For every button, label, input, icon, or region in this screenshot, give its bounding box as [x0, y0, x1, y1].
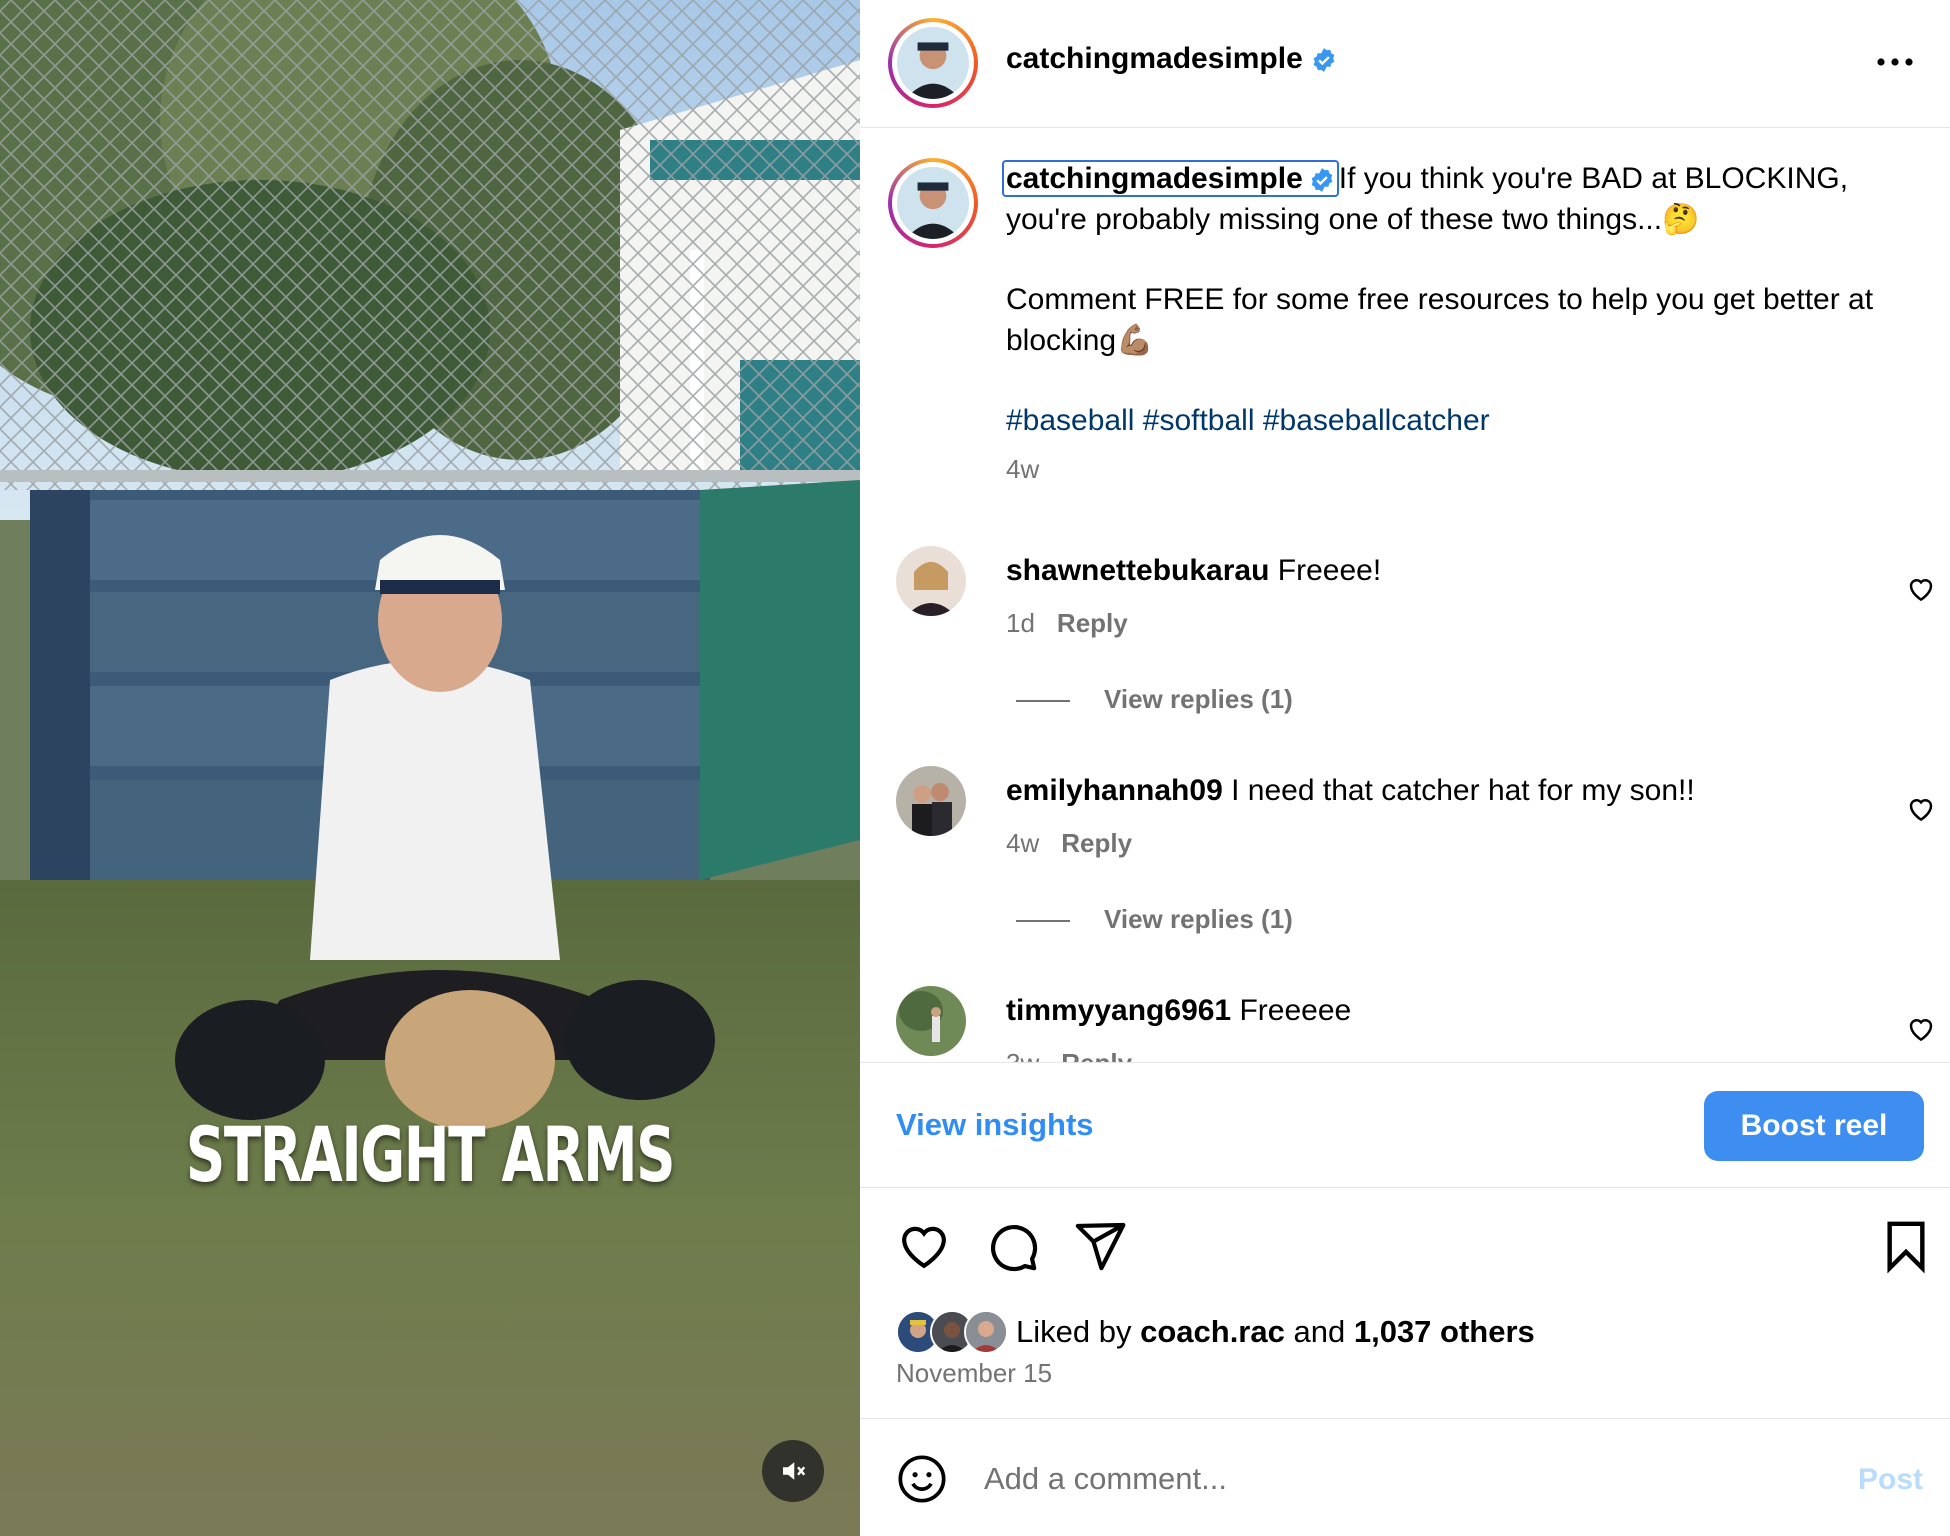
- video-caption-overlay: STRAIGHT ARMS: [185, 1110, 676, 1199]
- liked-by-username[interactable]: coach.rac: [1140, 1314, 1285, 1349]
- boost-reel-button[interactable]: Boost reel: [1704, 1091, 1924, 1161]
- comment-meta: 4w Reply: [1006, 828, 1132, 859]
- heart-outline-icon[interactable]: [1906, 794, 1936, 824]
- commenter-avatar[interactable]: [896, 986, 966, 1056]
- caption-username-link[interactable]: catchingmadesimple: [1002, 160, 1339, 197]
- comment-time[interactable]: 1d: [1006, 608, 1035, 638]
- likes-text: Liked by coach.rac and 1,037 others: [1016, 1314, 1535, 1350]
- heart-outline-icon[interactable]: [1906, 574, 1936, 604]
- liker-avatar: [964, 1310, 1008, 1354]
- verified-badge-icon: [1313, 48, 1335, 72]
- comments-scroll-area[interactable]: catchingmadesimple If you think you're BA…: [860, 128, 1950, 1062]
- comment-meta: 1d Reply: [1006, 608, 1128, 639]
- post-caption: catchingmadesimple If you think you're BA…: [1002, 158, 1916, 490]
- emoji-icon[interactable]: [896, 1453, 948, 1505]
- commenter-avatar-image: [896, 546, 966, 616]
- comment-input[interactable]: [984, 1451, 1784, 1507]
- comment-text: timmyyang6961 Freeeee: [1006, 994, 1351, 1028]
- insights-bar: View insights Boost reel: [860, 1062, 1950, 1188]
- heart-outline-icon[interactable]: [1906, 1014, 1936, 1044]
- caption-username-text[interactable]: catchingmadesimple: [1006, 162, 1303, 195]
- comment-bubble-icon[interactable]: [984, 1218, 1040, 1274]
- comment-username[interactable]: emilyhannah09: [1006, 774, 1223, 807]
- replies-divider-line: [1016, 700, 1070, 703]
- header-username[interactable]: catchingmadesimple: [1006, 42, 1337, 76]
- mute-toggle-button[interactable]: [762, 1440, 824, 1502]
- commenter-avatar-image: [896, 986, 966, 1056]
- comment-body: Freeeee: [1239, 994, 1352, 1027]
- comment-time[interactable]: 3w: [1006, 1048, 1039, 1062]
- comment-body: I need that catcher hat for my son!!: [1231, 774, 1695, 807]
- replies-divider-line: [1016, 920, 1070, 923]
- caption-author-avatar-image: [897, 167, 969, 239]
- reply-button[interactable]: Reply: [1061, 828, 1132, 858]
- comment-text: emilyhannah09 I need that catcher hat fo…: [1006, 774, 1695, 808]
- post-date[interactable]: November 15: [896, 1358, 1052, 1389]
- view-replies-label[interactable]: View replies (1): [1104, 684, 1293, 714]
- comment-time[interactable]: 4w: [1006, 828, 1039, 858]
- caption-timestamp[interactable]: 4w: [1006, 449, 1916, 490]
- commenter-avatar[interactable]: [896, 766, 966, 836]
- add-comment-bar: Post: [860, 1418, 1950, 1536]
- comment-body: Freeee!: [1277, 554, 1382, 587]
- likes-others-count[interactable]: 1,037 others: [1354, 1314, 1535, 1349]
- likes-and: and: [1293, 1314, 1346, 1349]
- like-heart-icon[interactable]: [896, 1218, 952, 1274]
- reply-button[interactable]: Reply: [1061, 1048, 1132, 1062]
- likes-prefix: Liked by: [1016, 1314, 1132, 1349]
- comment-text: shawnettebukarau Freeee!: [1006, 554, 1381, 588]
- bookmark-icon[interactable]: [1878, 1218, 1934, 1274]
- post-details-panel: catchingmadesimple catchingmadesimple If …: [860, 0, 1950, 1536]
- more-options-icon[interactable]: [1870, 42, 1920, 82]
- view-replies-button[interactable]: View replies (1): [1016, 684, 1293, 715]
- commenter-avatar[interactable]: [896, 546, 966, 616]
- author-avatar-image: [897, 27, 969, 99]
- reel-video[interactable]: STRAIGHT ARMS: [0, 0, 860, 1536]
- comment-username[interactable]: shawnettebukarau: [1006, 554, 1269, 587]
- comment-username[interactable]: timmyyang6961: [1006, 994, 1231, 1027]
- share-send-icon[interactable]: [1072, 1218, 1128, 1274]
- header-username-text[interactable]: catchingmadesimple: [1006, 42, 1303, 75]
- verified-badge-icon: [1311, 168, 1333, 192]
- comment-meta: 3w Reply: [1006, 1048, 1132, 1062]
- reel-video-frame: [0, 0, 860, 1536]
- view-replies-button[interactable]: View replies (1): [1016, 904, 1293, 935]
- commenter-avatar-image: [896, 766, 966, 836]
- view-insights-link[interactable]: View insights: [896, 1107, 1094, 1143]
- author-avatar[interactable]: [888, 18, 978, 108]
- caption-line-2: Comment FREE for some free resources to …: [1006, 283, 1874, 357]
- reply-button[interactable]: Reply: [1057, 608, 1128, 638]
- post-header: catchingmadesimple: [860, 0, 1950, 128]
- speaker-muted-icon: [783, 1462, 806, 1480]
- view-replies-label[interactable]: View replies (1): [1104, 904, 1293, 934]
- caption-hashtags[interactable]: #baseball #softball #baseballcatcher: [1006, 400, 1916, 441]
- liker-avatars[interactable]: [896, 1310, 1008, 1354]
- post-comment-button[interactable]: Post: [1858, 1463, 1923, 1497]
- caption-author-avatar[interactable]: [888, 158, 978, 248]
- post-actions: Liked by coach.rac and 1,037 others Nove…: [860, 1188, 1950, 1418]
